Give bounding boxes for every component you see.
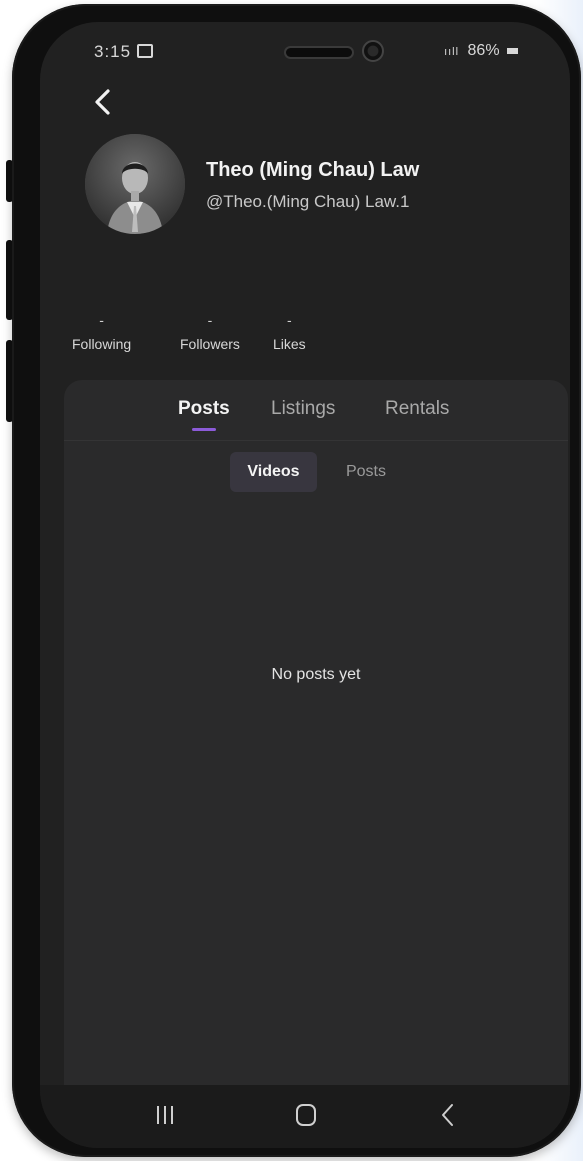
chevron-left-icon <box>95 89 110 115</box>
recents-button[interactable] <box>135 1093 195 1137</box>
recents-icon <box>157 1106 173 1124</box>
subtab-posts[interactable]: Posts <box>326 452 406 492</box>
tab-divider <box>64 440 568 441</box>
stat-followers[interactable]: - Followers <box>180 312 240 352</box>
tab-rentals[interactable]: Rentals <box>385 398 449 420</box>
app-screen: 3:15 ııll 86% Theo (Ming Chau) Law @Theo… <box>40 22 570 1148</box>
signal-icon: ııll <box>444 46 460 58</box>
stat-following[interactable]: - Following <box>72 312 132 352</box>
stat-value: - <box>207 312 213 328</box>
gallery-notification-icon <box>137 44 154 58</box>
speaker-grille <box>284 46 354 59</box>
stat-value: - <box>287 312 292 328</box>
battery-percent: 86% <box>467 42 500 59</box>
stat-likes[interactable]: - Likes <box>273 312 306 352</box>
tab-posts[interactable]: Posts <box>178 398 230 420</box>
status-time: 3:15 <box>94 42 154 62</box>
system-nav-bar <box>40 1085 570 1148</box>
stat-label: Followers <box>180 336 240 352</box>
profile-name: Theo (Ming Chau) Law <box>206 159 420 181</box>
device-stage: 3:15 ııll 86% Theo (Ming Chau) Law @Theo… <box>0 0 583 1161</box>
status-time-text: 3:15 <box>94 42 132 61</box>
phone-frame: 3:15 ııll 86% Theo (Ming Chau) Law @Theo… <box>12 4 581 1157</box>
subtab-videos[interactable]: Videos <box>230 452 317 492</box>
nav-back-button[interactable] <box>418 1093 478 1137</box>
avatar[interactable] <box>85 134 185 234</box>
stat-label: Following <box>72 336 132 352</box>
home-button[interactable] <box>276 1093 336 1137</box>
tab-indicator <box>192 428 216 431</box>
profile-handle: @Theo.(Ming Chau) Law.1 <box>206 192 410 211</box>
tab-listings[interactable]: Listings <box>271 398 335 420</box>
stat-value: - <box>99 312 104 328</box>
nav-back-icon <box>442 1104 453 1126</box>
main-tabs: Posts Listings Rentals <box>64 398 568 438</box>
content-panel: Posts Listings Rentals Videos Posts No p… <box>64 380 568 1085</box>
battery-icon <box>507 48 518 54</box>
empty-state-message: No posts yet <box>271 666 361 683</box>
stat-label: Likes <box>273 336 306 352</box>
home-icon <box>296 1104 316 1126</box>
back-button[interactable] <box>86 84 122 120</box>
status-right: ııll 86% <box>444 42 518 60</box>
profile-photo <box>85 134 185 234</box>
front-camera <box>362 40 384 62</box>
